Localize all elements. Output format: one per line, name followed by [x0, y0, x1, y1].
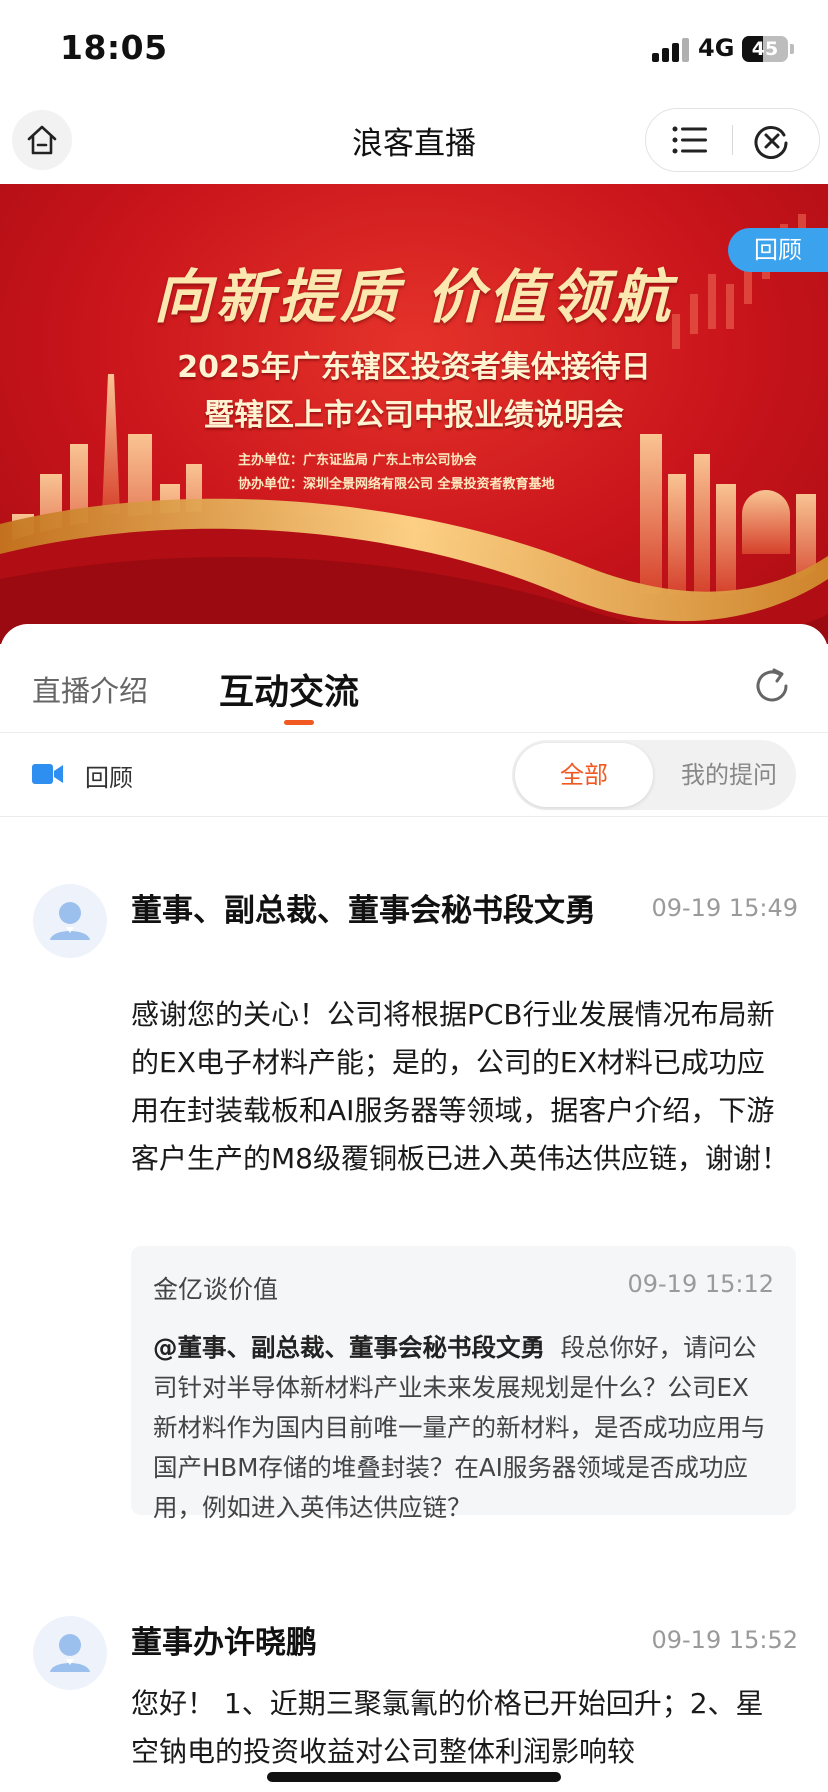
video-camera-icon: [32, 764, 63, 784]
skyline-right: [640, 434, 816, 594]
answerer-name: 董事办许晓鹏: [131, 1625, 317, 1661]
capsule-menu: [645, 108, 820, 172]
banner-co-host: 协办单位：深圳全景网络有限公司 全景投资者教育基地: [238, 477, 555, 492]
question-time: 09-19 15:12: [627, 1270, 774, 1298]
replay-label[interactable]: 回顾: [85, 758, 133, 793]
question-quote: 金亿谈价值 09-19 15:12 @董事、副总裁、董事会秘书段文勇 段总你好，…: [131, 1246, 796, 1522]
banner-subheadline: 暨辖区上市公司中报业绩说明会: [204, 398, 624, 433]
filter-all-button[interactable]: 全部: [515, 743, 653, 807]
question-body: @董事、副总裁、董事会秘书段文勇 段总你好，请问公司针对半导体新材料产业未来发展…: [153, 1328, 773, 1528]
content-sheet: 直播介绍 互动交流 回顾 全部 我的提问 董事、副总裁、董事会秘书段文勇 09-…: [0, 624, 828, 1792]
status-time: 18:05: [60, 28, 168, 67]
signal-icon: [652, 36, 690, 62]
battery-icon: 45: [742, 36, 788, 62]
banner-host: 主办单位：广东证监局 广东上市公司协会: [238, 453, 477, 468]
banner-slogan: 向新提质 价值领航: [153, 263, 675, 331]
refresh-icon[interactable]: [750, 664, 794, 708]
answer-time: 09-19 15:52: [651, 1626, 798, 1654]
answer-text: 感谢您的关心！公司将根据PCB行业发展情况布局新的EX电子材料产能；是的，公司的…: [131, 998, 789, 1175]
network-type: 4G: [698, 34, 735, 62]
filter-segmented-control: 全部 我的提问: [512, 740, 796, 810]
active-tab-indicator: [284, 720, 314, 725]
battery-tip: [790, 44, 794, 54]
live-banner: 向新提质 价值领航 2025年广东辖区投资者集体接待日 暨辖区上市公司中报业绩说…: [0, 184, 828, 644]
question-mention: @董事、副总裁、董事会秘书段文勇: [153, 1333, 545, 1362]
filter-divider: [0, 816, 828, 817]
questioner-name: 金亿谈价值: [153, 1275, 279, 1304]
avatar: [33, 884, 107, 958]
filter-bar: 回顾 全部 我的提问: [0, 734, 828, 816]
user-avatar-icon: [50, 1634, 90, 1672]
user-avatar-icon: [50, 902, 90, 940]
tabs-divider: [0, 732, 828, 733]
battery-level: 45: [751, 38, 779, 60]
tab-interaction[interactable]: 互动交流: [219, 664, 359, 715]
answer-time: 09-19 15:49: [651, 894, 798, 922]
status-bar: 18:05 4G 45: [0, 0, 828, 100]
close-circle-icon[interactable]: [754, 123, 790, 159]
answerer-name: 董事、副总裁、董事会秘书段文勇: [131, 893, 596, 929]
menu-list-icon[interactable]: [672, 124, 708, 156]
nav-bar: 浪客直播: [0, 100, 828, 184]
filter-my-questions-button[interactable]: 我的提问: [662, 743, 796, 807]
tab-live-intro[interactable]: 直播介绍: [32, 668, 148, 710]
banner-headline: 2025年广东辖区投资者集体接待日: [177, 350, 651, 385]
replay-badge[interactable]: 回顾: [728, 228, 828, 272]
capsule-separator: [732, 125, 733, 155]
avatar: [33, 1616, 107, 1690]
home-indicator: [267, 1772, 561, 1782]
answer-text: 您好！ 1、近期三聚氯氰的价格已开始回升；2、星空钠电的投资收益对公司整体利润影…: [131, 1687, 764, 1768]
